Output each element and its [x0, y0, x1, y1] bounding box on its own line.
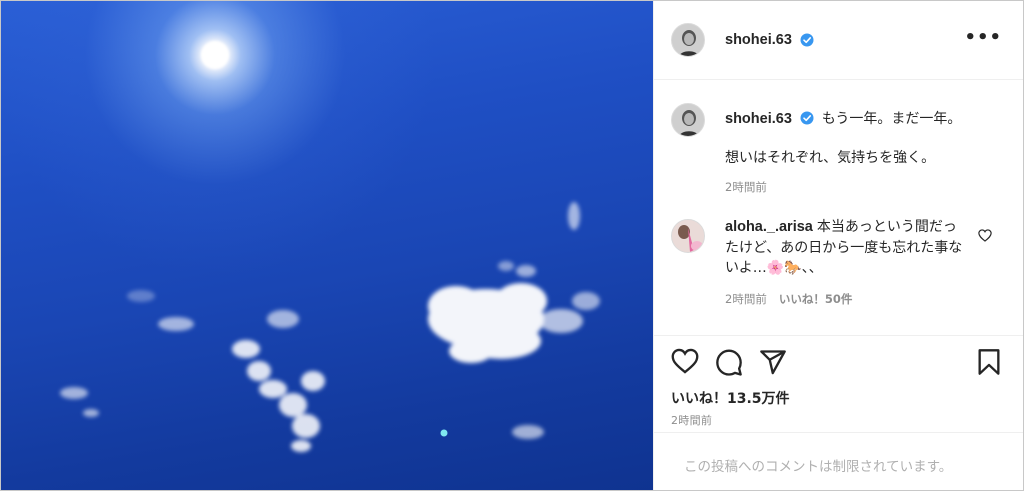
verified-badge-icon: [800, 111, 814, 125]
caption-first-line: shohei.63 もう一年。まだ一年。: [725, 108, 961, 128]
likes-total[interactable]: いいね！13.5万件: [671, 388, 790, 408]
post-side-panel: shohei.63 shohei.63 ••• shohei.63: [653, 1, 1023, 490]
post-actions: いいね！13.5万件 2時間前: [654, 335, 1023, 432]
share-direct-icon[interactable]: [759, 348, 787, 376]
author-avatar[interactable]: [671, 23, 705, 57]
comment-meta: 2時間前 いいね！50件: [725, 291, 852, 307]
comment-likes-count[interactable]: いいね！50件: [779, 292, 853, 306]
post-header: shohei.63 shohei.63 •••: [654, 1, 1023, 80]
sky-clouds-illustration: [60, 41, 600, 452]
like-heart-icon[interactable]: [671, 348, 699, 374]
post-dialog: shohei.63 shohei.63 ••• shohei.63: [0, 0, 1024, 491]
caption-text-line2: 想いはそれぞれ、気持ちを強く。: [725, 150, 936, 166]
more-options-icon[interactable]: •••: [964, 29, 1002, 47]
caption-timestamp[interactable]: 2時間前: [725, 179, 767, 195]
caption-username[interactable]: shohei.63: [725, 111, 792, 127]
caption-text-line1: もう一年。まだ一年。: [821, 111, 962, 127]
post-timestamp[interactable]: 2時間前: [671, 412, 712, 428]
comments-restricted-notice: この投稿へのコメントは制限されています。: [684, 459, 953, 475]
post-photo[interactable]: [1, 1, 653, 490]
comment-like-heart-icon[interactable]: [978, 229, 992, 242]
caption-avatar[interactable]: [671, 103, 705, 137]
comment-timestamp[interactable]: 2時間前: [725, 292, 767, 306]
comment-bubble-icon[interactable]: [715, 348, 743, 376]
author-username[interactable]: shohei.63: [725, 32, 792, 48]
comment-input-area: この投稿へのコメントは制限されています。: [654, 432, 1023, 490]
commenter-username[interactable]: aloha._.arisa: [725, 219, 813, 235]
comment-text-block: aloha._.arisa 本当あっという間だったけど、あの日から一度も忘れた事な…: [725, 217, 965, 279]
commenter-avatar[interactable]: [671, 219, 705, 253]
save-bookmark-icon[interactable]: [976, 348, 1002, 376]
verified-badge-icon: [800, 33, 814, 47]
